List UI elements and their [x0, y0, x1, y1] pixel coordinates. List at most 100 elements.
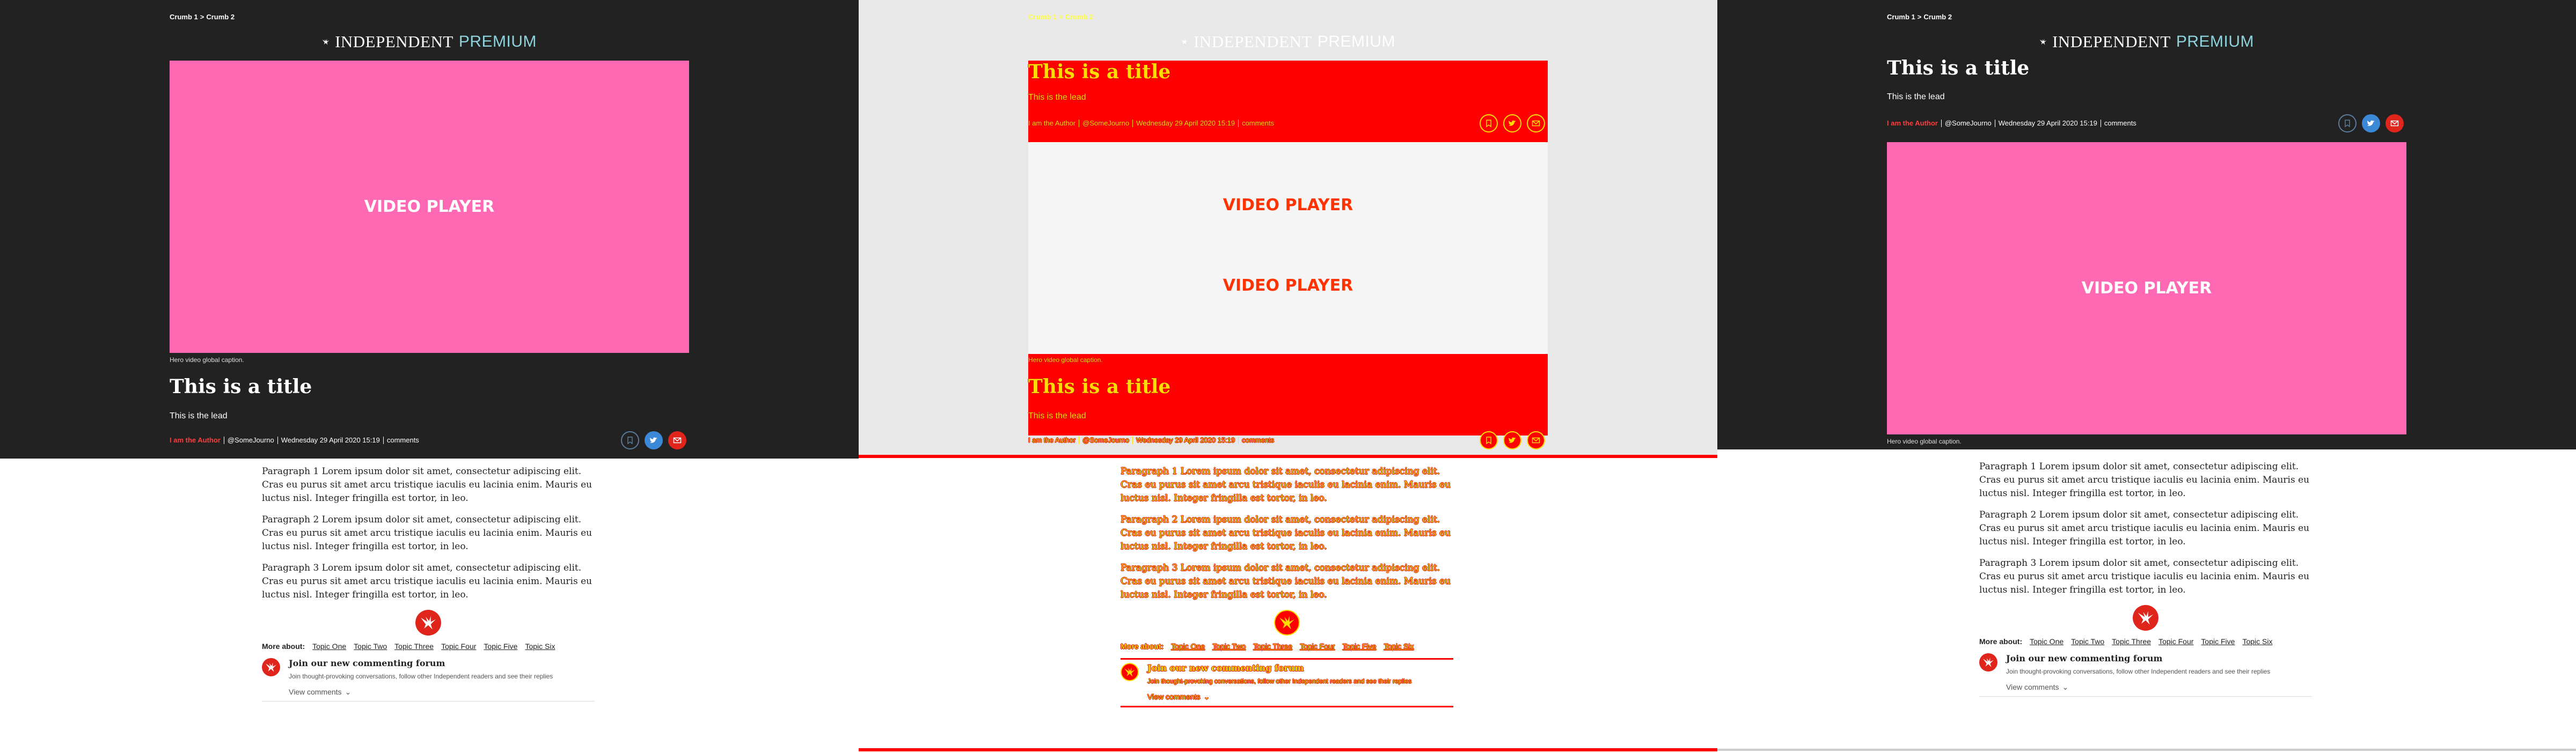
paragraph: Paragraph 3 Lorem ipsum dolor sit amet, …: [1979, 558, 2310, 595]
email-icon: [1532, 120, 1540, 127]
comments-link[interactable]: comments: [2104, 119, 2136, 127]
article-lead: This is the lead: [1028, 93, 1086, 102]
share-bar: [1480, 114, 1545, 132]
topic-link[interactable]: Topic Five: [1342, 642, 1376, 651]
share-bar: [1480, 431, 1545, 449]
topic-link[interactable]: Topic Three: [394, 642, 434, 651]
breadcrumb-item[interactable]: Crumb 2: [206, 13, 235, 21]
breadcrumb-item[interactable]: Crumb 1: [1887, 13, 1915, 21]
eagle-icon: [1979, 653, 1997, 671]
comments-forum: Join our new commenting forum Join thoug…: [1121, 663, 1453, 685]
eagle-icon: [262, 658, 280, 676]
email-share-button[interactable]: [2385, 114, 2404, 132]
more-about-label: More about:: [262, 642, 305, 651]
variant-panel-1: Crumb 1 > Crumb 2 INDEPENDENT PREMIUM VIDE…: [0, 0, 859, 753]
comments-link[interactable]: comments: [387, 436, 419, 444]
author-link[interactable]: I am the Author: [1887, 119, 1938, 127]
eagle-icon: [1279, 616, 1294, 630]
view-comments-button[interactable]: View comments ⌄: [2006, 683, 2312, 692]
topic-link[interactable]: Topic Six: [2242, 637, 2272, 646]
view-comments-button[interactable]: View comments ⌄: [1147, 692, 1453, 702]
email-share-button[interactable]: [1527, 114, 1545, 132]
byline: I am the Author @SomeJourno Wednesday 29…: [170, 436, 419, 444]
breadcrumb-item[interactable]: Crumb 2: [1065, 13, 1093, 21]
topic-link[interactable]: Topic Four: [1300, 642, 1335, 651]
video-player[interactable]: VIDEO PLAYER: [1887, 142, 2406, 434]
video-player-label: VIDEO PLAYER: [2081, 279, 2212, 298]
logo-premium: PREMIUM: [1317, 33, 1395, 50]
topic-link[interactable]: Topic Six: [525, 642, 555, 651]
publish-date: Wednesday 29 April 2020 15:19: [281, 436, 380, 444]
author-link[interactable]: I am the Author: [170, 436, 221, 444]
breadcrumb-item[interactable]: Crumb 1: [170, 13, 198, 21]
twitter-icon: [650, 437, 657, 443]
divider: [1979, 696, 2312, 697]
site-logo[interactable]: INDEPENDENT PREMIUM: [322, 31, 537, 53]
breadcrumb-item[interactable]: Crumb 2: [1923, 13, 1952, 21]
topic-link[interactable]: Topic Four: [441, 642, 476, 651]
eagle-icon: [2039, 39, 2047, 45]
topic-link[interactable]: Topic Two: [354, 642, 387, 651]
twitter-share-button[interactable]: [1503, 431, 1521, 449]
site-logo[interactable]: INDEPENDENT PREMIUM: [1181, 31, 1395, 53]
email-share-button[interactable]: [1527, 431, 1545, 449]
author-link[interactable]: I am the Author: [1028, 436, 1075, 444]
video-player-label: VIDEO PLAYER: [1223, 276, 1353, 295]
article-lead: This is the lead: [1887, 92, 1945, 101]
eagle-icon: [1121, 663, 1139, 681]
bookmark-button[interactable]: [1480, 431, 1498, 449]
author-handle[interactable]: @SomeJourno: [1945, 119, 1992, 127]
bookmark-button[interactable]: [2338, 114, 2357, 132]
site-logo[interactable]: INDEPENDENT PREMIUM: [2039, 31, 2254, 53]
more-about: More about: Topic One Topic Two Topic Th…: [262, 642, 595, 651]
comments-forum-subtitle: Join thought-provoking conversations, fo…: [2006, 668, 2271, 675]
topic-link[interactable]: Topic One: [1171, 642, 1205, 651]
twitter-share-button[interactable]: [1503, 114, 1521, 132]
twitter-share-button[interactable]: [645, 431, 663, 449]
bookmark-icon: [2345, 120, 2350, 128]
bookmark-button[interactable]: [621, 431, 639, 449]
bookmark-button[interactable]: [1480, 114, 1498, 132]
topic-link[interactable]: Topic One: [312, 642, 346, 651]
byline: I am the Author @SomeJourno Wednesday 29…: [1028, 436, 1274, 444]
topic-link[interactable]: Topic Five: [484, 642, 517, 651]
topic-link[interactable]: Topic Three: [1253, 642, 1292, 651]
chevron-down-icon: ⌄: [1203, 692, 1210, 701]
topic-link[interactable]: Topic One: [2030, 637, 2063, 646]
eagle-icon: [2138, 611, 2153, 625]
paragraph: Paragraph 1 Lorem ipsum dolor sit amet, …: [1979, 461, 2310, 499]
author-handle[interactable]: @SomeJourno: [1082, 436, 1129, 444]
breadcrumb: Crumb 1 > Crumb 2: [1028, 13, 1093, 21]
author-handle[interactable]: @SomeJourno: [228, 436, 274, 444]
topic-link[interactable]: Topic Four: [2158, 637, 2193, 646]
topic-link[interactable]: Topic Five: [2201, 637, 2235, 646]
view-comments-label: View comments: [289, 688, 342, 696]
publish-date: Wednesday 29 April 2020 15:19: [1136, 436, 1235, 444]
topic-link[interactable]: Topic Six: [1384, 642, 1414, 651]
email-share-button[interactable]: [668, 431, 686, 449]
comments-link[interactable]: comments: [1242, 119, 1274, 127]
twitter-share-button[interactable]: [2362, 114, 2380, 132]
more-about: More about: Topic One Topic Two Topic Th…: [1979, 637, 2312, 646]
share-bar: [621, 431, 686, 449]
bookmark-icon: [1486, 120, 1491, 128]
video-player[interactable]: VIDEO PLAYER VIDEO PLAYER: [1028, 142, 1548, 354]
paragraph: Paragraph 3 Lorem ipsum dolor sit amet, …: [1121, 563, 1451, 600]
video-player-label: VIDEO PLAYER: [364, 197, 495, 216]
comments-link[interactable]: comments: [1242, 436, 1274, 444]
author-handle[interactable]: @SomeJourno: [1082, 119, 1129, 127]
eagle-icon: [322, 39, 330, 45]
eagle-icon: [1181, 39, 1188, 45]
article-title: This is a title: [1028, 375, 1171, 398]
topic-link[interactable]: Topic Two: [2071, 637, 2104, 646]
view-comments-button[interactable]: View comments ⌄: [289, 688, 595, 697]
article-body: Paragraph 1 Lorem ipsum dolor sit amet, …: [262, 465, 595, 702]
topic-link[interactable]: Topic Two: [1212, 642, 1246, 651]
logo-premium: PREMIUM: [458, 33, 537, 50]
author-link[interactable]: I am the Author: [1028, 119, 1075, 127]
video-player[interactable]: VIDEO PLAYER: [170, 61, 689, 353]
publish-date: Wednesday 29 April 2020 15:19: [1998, 119, 2097, 127]
breadcrumb-item[interactable]: Crumb 1: [1028, 13, 1057, 21]
topic-link[interactable]: Topic Three: [2112, 637, 2151, 646]
comments-forum-title: Join our new commenting forum: [2006, 653, 2163, 663]
